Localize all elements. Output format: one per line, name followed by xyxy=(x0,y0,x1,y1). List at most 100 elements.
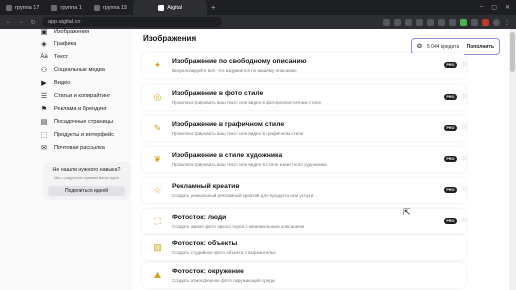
image-icon: ▣ xyxy=(40,29,48,36)
card-description: Проиллюстрировать ваш текст или видео в … xyxy=(172,131,304,136)
extension-icon[interactable] xyxy=(471,18,478,26)
card-title: Изображение в стиле художника xyxy=(172,152,283,159)
sidebar-item-ads[interactable]: ⚑ Реклама и брендинг xyxy=(0,103,132,115)
sidebar-item-landing[interactable]: ▤ Посадочные страницы xyxy=(0,116,132,128)
sidebar-item-articles[interactable]: ☰ Статьи и копирайтинг xyxy=(0,90,132,102)
page-title: Изображения xyxy=(143,34,197,43)
palette-icon: ❦ xyxy=(153,154,162,164)
card-description: Создать живое фото яркого героя с минима… xyxy=(172,224,305,229)
extension-icon[interactable] xyxy=(482,18,489,26)
pro-badge: PRO xyxy=(444,187,457,193)
graphics-icon: ◈ xyxy=(41,41,47,48)
skill-card-stock-objects[interactable]: ▧ Фотосток: объекты Создать студийное фо… xyxy=(142,235,466,260)
favorite-star-icon[interactable]: ☆ xyxy=(461,60,467,68)
extension-icon[interactable] xyxy=(405,18,412,26)
favicon-icon xyxy=(158,4,165,11)
promo-subtitle: Мы с радостью примем ваши идеи xyxy=(54,175,119,180)
pro-badge: PRO xyxy=(444,156,457,162)
card-title: Рекламный креатив xyxy=(172,183,240,190)
browser-toolbar: ← → ↻ app.aigital.co ⋮ xyxy=(0,15,516,29)
feedback-promo: Не нашли нужного навыка? Мы с радостью п… xyxy=(43,162,130,200)
landing-icon: ▤ xyxy=(40,119,48,126)
social-icon: ⚇ xyxy=(40,67,48,74)
main-content: Изображения ❂ 5 044 кредита Пополнить ✦ … xyxy=(132,29,516,290)
close-icon[interactable]: ✕ xyxy=(505,4,510,11)
extension-icon[interactable] xyxy=(460,18,467,26)
card-title: Изображение по свободному описанию xyxy=(172,58,307,65)
pro-badge: PRO xyxy=(444,62,457,68)
skill-card-stock-people[interactable]: ⛶ Фотосток: люди Создать живое фото ярко… xyxy=(142,209,467,234)
skill-card-ad-creative[interactable]: ☆ Рекламный креатив Создать уникальный р… xyxy=(142,178,467,203)
skill-card-photo-style[interactable]: ◎ Изображение в фото стиле Проиллюстриро… xyxy=(142,85,467,110)
favorite-star-icon[interactable]: ☆ xyxy=(461,154,467,162)
coin-icon: ❂ xyxy=(417,43,423,50)
pro-badge: PRO xyxy=(444,218,457,224)
extension-icon[interactable] xyxy=(394,18,401,26)
article-icon: ☰ xyxy=(40,93,48,100)
skill-card-graphic-style[interactable]: ✎ Изображение в графичном стиле Проиллюс… xyxy=(142,116,467,141)
extension-icon[interactable] xyxy=(416,18,423,26)
sidebar-item-graphics[interactable]: ◈ Графика xyxy=(0,38,132,50)
product-icon: ⬚ xyxy=(40,132,48,139)
favicon-icon xyxy=(51,4,58,11)
skill-card-artist-style[interactable]: ❦ Изображение в стиле художника Проиллюс… xyxy=(142,147,467,172)
sidebar-item-mail[interactable]: ✉ Почтовая рассылка xyxy=(0,142,132,154)
app-page: ▣ Изображения ◈ Графика Aa Текст ⚇ Социальны… xyxy=(0,29,516,290)
card-title: Фотосток: объекты xyxy=(172,240,238,247)
sidebar-item-social[interactable]: ⚇ Социальные медиа xyxy=(0,64,132,76)
extension-icon[interactable] xyxy=(427,18,434,26)
maximize-icon[interactable]: ▢ xyxy=(491,4,497,11)
new-tab-button[interactable]: + xyxy=(207,3,219,12)
menu-icon[interactable]: ⋮ xyxy=(504,19,510,26)
topup-button[interactable]: Пополнить xyxy=(467,44,494,50)
page-scrollbar[interactable] xyxy=(509,29,516,290)
share-idea-button[interactable]: Поделиться идеей xyxy=(48,186,125,196)
back-icon[interactable]: ← xyxy=(6,19,12,25)
reload-icon[interactable]: ↻ xyxy=(30,19,36,26)
skill-card-free-description[interactable]: ✦ Изображение по свободному описанию Виз… xyxy=(142,53,467,78)
browser-tab-1[interactable]: группа 17 xyxy=(0,0,45,15)
landscape-icon: ⛰ xyxy=(153,270,162,280)
favorite-star-icon[interactable]: ☆ xyxy=(461,123,467,131)
forward-icon[interactable]: → xyxy=(18,19,24,25)
sidebar-item-images[interactable]: ▣ Изображения xyxy=(0,29,132,38)
browser-tab-active[interactable]: Aigital xyxy=(133,0,208,15)
extension-icon[interactable] xyxy=(449,18,456,26)
box-icon: ▧ xyxy=(153,242,162,252)
credits-amount: 5 044 кредита xyxy=(427,43,460,50)
browser-tab-3[interactable]: группа 15 xyxy=(88,0,133,15)
promo-title: Не нашли нужного навыка? xyxy=(52,167,121,173)
person-icon: ⛶ xyxy=(154,216,161,226)
card-description: Проиллюстрировать ваш текст или видео в … xyxy=(172,100,322,105)
scrollbar-thumb[interactable] xyxy=(510,32,515,72)
mail-icon: ✉ xyxy=(41,145,47,152)
favorite-star-icon[interactable]: ☆ xyxy=(461,92,467,100)
extension-icon[interactable] xyxy=(438,18,445,26)
window-controls: – ▢ ✕ xyxy=(480,4,516,11)
minimize-icon[interactable]: – xyxy=(480,4,483,11)
address-input[interactable]: app.aigital.co xyxy=(42,17,222,27)
card-description: Создать уникальный рекламный креатив для… xyxy=(172,193,314,198)
browser-tab-2[interactable]: группа 1 xyxy=(45,0,87,15)
extension-icon[interactable] xyxy=(383,18,390,26)
pro-badge: PRO xyxy=(444,94,457,100)
browser-tab-bar: группа 17 группа 1 группа 15 Aigital + –… xyxy=(0,0,516,15)
sidebar: ▣ Изображения ◈ Графика Aa Текст ⚇ Социальны… xyxy=(0,29,132,290)
pro-badge: PRO xyxy=(444,125,457,131)
card-description: Создать студийное фото объекта с выразит… xyxy=(172,250,276,255)
video-icon: ▶ xyxy=(41,80,47,87)
skill-card-stock-environment[interactable]: ⛰ Фотосток: окружение Создать атмосферно… xyxy=(142,263,466,288)
text-icon: Aa xyxy=(40,54,48,60)
card-description: Проиллюстрировать ваш текст или видео в … xyxy=(172,162,327,167)
brush-icon: ✎ xyxy=(153,123,162,133)
sidebar-item-products[interactable]: ⬚ Продукты и интерфейс xyxy=(0,129,132,141)
sidebar-item-text[interactable]: Aa Текст xyxy=(0,51,132,63)
star-icon: ☆ xyxy=(153,185,162,195)
extensions-bar: ⋮ xyxy=(383,18,510,26)
sidebar-item-video[interactable]: ▶ Видео xyxy=(0,77,132,89)
card-title: Фотосток: окружение xyxy=(172,268,244,275)
loading-fade-overlay xyxy=(462,179,512,290)
profile-avatar[interactable] xyxy=(493,18,500,26)
camera-icon: ◎ xyxy=(153,92,162,102)
card-title: Фотосток: люди xyxy=(172,214,227,221)
